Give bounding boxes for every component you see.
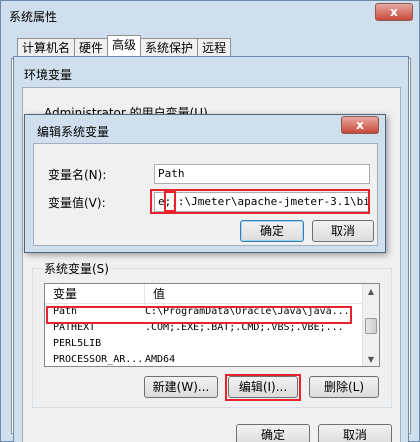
edit-cancel-button[interactable]: 取消: [312, 220, 374, 242]
edit-ok-button[interactable]: 确定: [240, 220, 304, 242]
table-row[interactable]: PROCESSOR_AR... AMD64: [45, 352, 379, 366]
table-row[interactable]: PATHEXT .COM;.EXE;.BAT;.CMD;.VBS;.VBE;..…: [45, 320, 379, 336]
delete-variable-button[interactable]: 删除(L): [309, 376, 379, 398]
edit-variable-button[interactable]: 编辑(I)...: [228, 376, 298, 398]
variable-name-input[interactable]: Path: [154, 164, 370, 184]
variable-name-label: 变量名(N):: [48, 168, 107, 182]
system-variables-list[interactable]: 变量 值 Path C:\ProgramData\Oracle\Java\jav…: [44, 283, 380, 367]
scroll-thumb[interactable]: [365, 318, 377, 334]
scroll-up-icon[interactable]: ▲: [363, 284, 379, 300]
var-value: .COM;.EXE;.BAT;.CMD;.VBS;.VBE;...: [145, 322, 344, 333]
var-value: AMD64: [145, 354, 176, 365]
table-row[interactable]: PERL5LIB: [45, 336, 379, 352]
edit-dialog-body: 变量名(N): Path 变量值(V): e;;:\Jmeter\apache-…: [33, 143, 378, 246]
close-icon[interactable]: x: [375, 3, 413, 21]
system-variables-label: 系统变量(S): [42, 260, 111, 277]
tab-remote[interactable]: 远程: [197, 38, 232, 58]
new-variable-button[interactable]: 新建(W)...: [144, 376, 218, 398]
tab-strip: 计算机名 硬件 高级 系统保护 远程: [17, 35, 232, 58]
tab-advanced[interactable]: 高级: [107, 35, 142, 58]
var-name: PATHEXT: [53, 322, 96, 333]
cancel-button[interactable]: 取消: [318, 424, 392, 442]
list-scrollbar[interactable]: ▲ ▼: [362, 284, 379, 366]
var-value: [145, 336, 379, 352]
variable-value-input[interactable]: e;;:\Jmeter\apache-jmeter-3.1\bin;: [154, 192, 370, 212]
var-name: PERL5LIB: [53, 338, 102, 349]
tab-hardware[interactable]: 硬件: [74, 38, 109, 58]
close-icon[interactable]: x: [341, 116, 379, 134]
scroll-down-icon[interactable]: ▼: [363, 352, 379, 366]
column-variable[interactable]: 变量: [45, 284, 145, 303]
environment-variables-title: 环境变量: [24, 68, 73, 82]
variable-value-label: 变量值(V):: [48, 196, 106, 210]
table-row[interactable]: Path C:\ProgramData\Oracle\Java\java...: [45, 304, 379, 320]
system-properties-title: 系统属性: [9, 10, 58, 24]
ok-button[interactable]: 确定: [236, 424, 310, 442]
column-value[interactable]: 值: [145, 284, 379, 303]
var-name: PROCESSOR_AR...: [53, 354, 144, 365]
list-header: 变量 值: [45, 284, 379, 304]
tab-computer-name[interactable]: 计算机名: [17, 38, 76, 58]
var-name: Path: [53, 306, 78, 317]
var-value: C:\ProgramData\Oracle\Java\java...: [145, 306, 350, 317]
edit-system-variable-dialog: 编辑系统变量 x 变量名(N): Path 变量值(V): e;;:\Jmete…: [24, 114, 386, 253]
edit-dialog-title: 编辑系统变量: [37, 125, 110, 139]
tab-system-protection[interactable]: 系统保护: [140, 38, 199, 58]
